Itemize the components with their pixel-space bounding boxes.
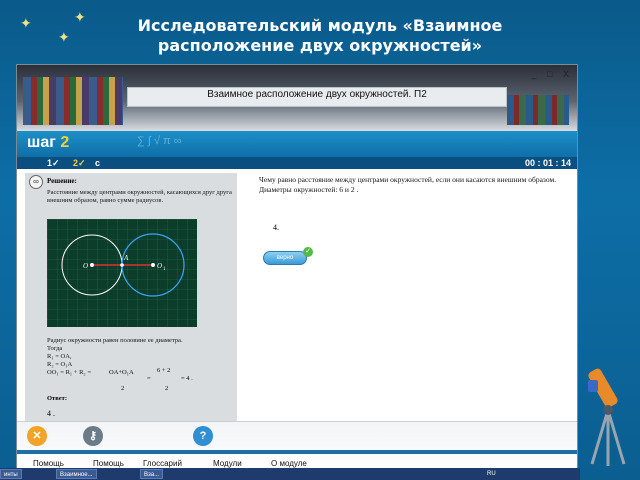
result: = 4 .: [181, 375, 193, 382]
step-navigation: 1✓ 2✓ c 00 : 01 : 14: [17, 157, 577, 169]
nav-step-c[interactable]: c: [95, 157, 100, 169]
center-o: [90, 263, 94, 267]
window-controls[interactable]: _ □ X: [532, 69, 573, 79]
telescope-icon: [588, 368, 626, 466]
books-image: [23, 77, 123, 125]
user-answer[interactable]: 4.: [273, 223, 279, 232]
exit-icon[interactable]: ✕: [27, 426, 47, 446]
slide-title-line2: расположение двух окружностей»: [157, 36, 483, 55]
bottom-toolbar: ✕ ⚷ ? Помощь Помощь Глоссарий Модули О м…: [17, 421, 577, 469]
step-word: шаг: [27, 134, 56, 151]
infinity-icon[interactable]: ∞: [29, 175, 43, 189]
formula-line: Радиус окружности равен половине ее диам…: [47, 337, 183, 344]
answer-label: Ответ:: [47, 395, 68, 402]
formula-line: R₁ = OA,: [47, 353, 72, 360]
question-text: Чему равно расстояние между центрами окр…: [259, 175, 569, 195]
label-o1: O: [157, 262, 162, 270]
formula-decoration: ∑ ∫ √ π ∞: [137, 135, 182, 147]
nav-step-1[interactable]: 1✓: [47, 157, 60, 169]
check-icon: ✓: [303, 247, 313, 257]
solution-formula: Радиус окружности равен половине ее диам…: [47, 337, 233, 377]
solution-panel: ∞ Решение: Расстояние между центрами окр…: [25, 173, 237, 431]
taskbar-item[interactable]: Взаимное...: [56, 469, 97, 479]
question-panel: Чему равно расстояние между центрами окр…: [245, 173, 575, 431]
solution-title: Решение:: [47, 177, 77, 185]
step-label: шаг 2: [27, 134, 69, 152]
circles-graph: O A O 1: [47, 219, 197, 327]
nav-step-2[interactable]: 2✓: [73, 157, 86, 169]
key-icon[interactable]: ⚷: [83, 426, 103, 446]
taskbar-item[interactable]: инты: [0, 469, 22, 479]
question-main: Чему равно расстояние между центрами окр…: [259, 175, 557, 184]
fraction-1-numerator: OA+O₁A: [109, 369, 134, 376]
solution-text: Расстояние между центрами окружностей, к…: [47, 189, 232, 204]
formula-line: Тогда: [47, 345, 63, 352]
timer: 00 : 01 : 14: [524, 158, 571, 168]
equals-sign: =: [147, 375, 151, 382]
books-image: [507, 95, 569, 125]
tangent-point: [120, 263, 124, 267]
window-title: Взаимное расположение двух окружностей. …: [207, 89, 427, 100]
star-icon: ✦: [74, 9, 86, 25]
formula-line: OO₁ = R₁ + R₂ =: [47, 369, 91, 376]
label-o: O: [83, 262, 88, 270]
check-button[interactable]: верно: [263, 251, 307, 265]
help-icon[interactable]: ?: [193, 426, 213, 446]
step-number: 2: [60, 134, 70, 151]
taskbar: инты Взаимное... Вза... RU: [0, 468, 580, 480]
fraction-2-numerator: 6 + 2: [157, 367, 171, 374]
slide-title-line1: Исследовательский модуль «Взаимное: [137, 16, 503, 35]
answer-value: 4 .: [47, 409, 55, 418]
module-window: Взаимное расположение двух окружностей. …: [16, 64, 578, 470]
slide-title: Исследовательский модуль «Взаимное распо…: [40, 16, 600, 56]
question-diameters: Диаметры окружностей: 6 и 2 .: [259, 185, 359, 194]
star-icon: ✦: [20, 15, 32, 31]
divider: [17, 450, 577, 454]
label-a: A: [123, 254, 129, 262]
fraction-1-denominator: 2: [121, 385, 125, 392]
language-indicator[interactable]: RU: [484, 469, 499, 479]
bookshelf-header: Взаимное расположение двух окружностей. …: [17, 65, 577, 131]
fraction-2-denominator: 2: [165, 385, 169, 392]
star-icon: ✦: [58, 29, 70, 45]
center-o1: [151, 263, 155, 267]
taskbar-item[interactable]: Вза...: [140, 469, 164, 479]
formula-line: R₂ = O₁A: [47, 361, 73, 368]
step-banner: шаг 2 ∑ ∫ √ π ∞: [17, 131, 577, 157]
